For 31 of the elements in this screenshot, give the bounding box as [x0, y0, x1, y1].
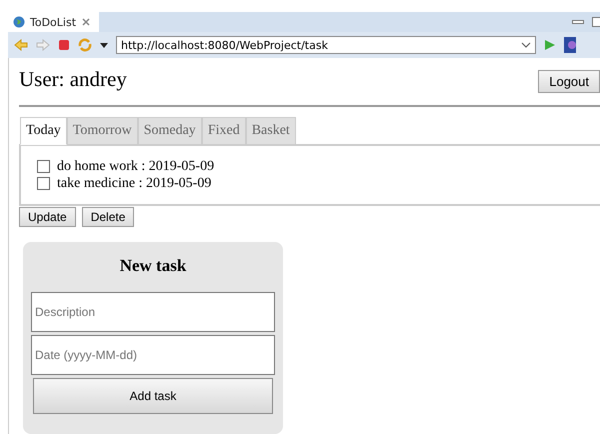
- checkbox[interactable]: [37, 160, 50, 173]
- date-field[interactable]: Date (yyyy-MM-dd): [31, 335, 275, 375]
- task-label: take medicine : 2019-05-09: [57, 175, 212, 192]
- url-field[interactable]: http://localhost:8080/WebProject/task: [116, 36, 536, 54]
- editor-tab-title: ToDoList: [30, 16, 76, 28]
- add-task-button[interactable]: Add task: [33, 378, 273, 414]
- editor-tab[interactable]: ToDoList: [8, 12, 100, 32]
- action-button[interactable]: Update: [19, 207, 76, 227]
- logout-button[interactable]: Logout: [538, 70, 600, 93]
- tab[interactable]: Basket: [246, 117, 296, 145]
- app-icon[interactable]: [564, 37, 576, 53]
- close-icon[interactable]: [81, 17, 92, 27]
- tab[interactable]: Today: [20, 117, 67, 145]
- task-label: do home work : 2019-05-09: [57, 158, 214, 175]
- dropdown-caret-icon[interactable]: [100, 42, 108, 48]
- url-text: http://localhost:8080/WebProject/task: [121, 38, 328, 52]
- chevron-down-icon[interactable]: [521, 42, 531, 48]
- description-field[interactable]: Description: [31, 292, 275, 332]
- user-heading: User: andrey: [19, 67, 127, 92]
- tab[interactable]: Tomorrow: [66, 117, 138, 145]
- globe-icon: [13, 16, 25, 28]
- go-icon[interactable]: [544, 39, 556, 51]
- tab[interactable]: Someday: [138, 117, 202, 145]
- back-arrow-icon[interactable]: [14, 39, 28, 51]
- checkbox[interactable]: [37, 177, 50, 190]
- minimize-icon[interactable]: [572, 18, 584, 26]
- card-title: New task: [118, 256, 188, 276]
- action-button[interactable]: Delete: [82, 207, 134, 227]
- stop-icon[interactable]: [58, 39, 70, 51]
- tab[interactable]: Fixed: [202, 117, 246, 145]
- maximize-icon[interactable]: [592, 17, 600, 27]
